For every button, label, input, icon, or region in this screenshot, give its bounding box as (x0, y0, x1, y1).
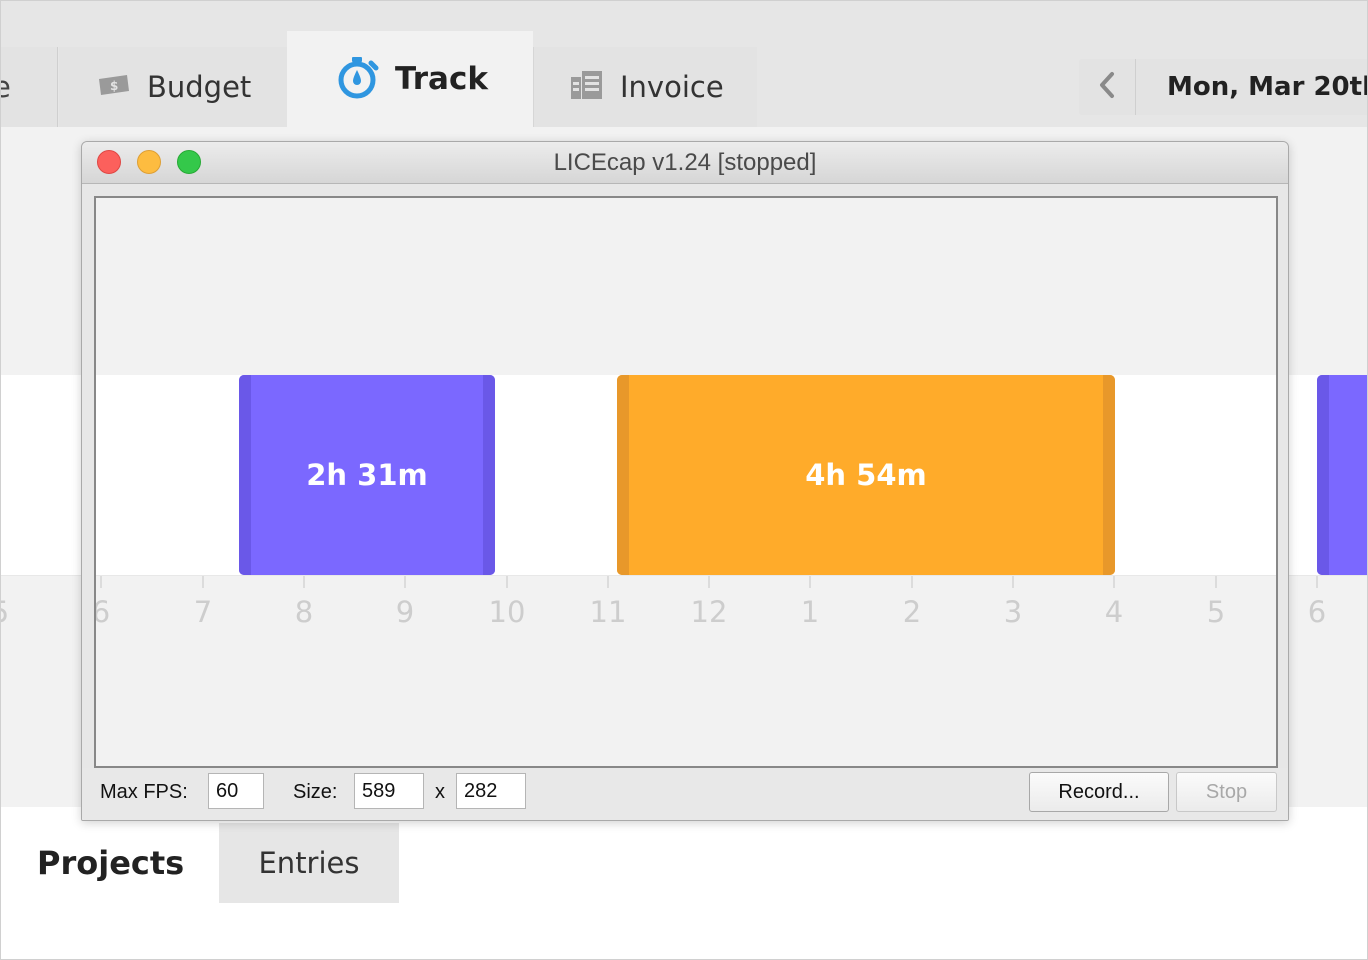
tab-budget-label: Budget (147, 70, 252, 104)
licecap-frame-edge (82, 184, 1288, 196)
licecap-window: LICEcap v1.24 [stopped] Max FPS: 60 Size… (81, 141, 1289, 821)
time-entry-duration: 2h 31m (306, 458, 428, 492)
date-navigator: Mon, Mar 20th (1079, 59, 1367, 115)
max-fps-input[interactable]: 60 (208, 773, 264, 809)
timeline-hour-label: 5 (1, 595, 30, 629)
licecap-controls: Max FPS: 60 Size: 589 x 282 Record... St… (82, 768, 1288, 820)
timeline-tick (0, 576, 1, 588)
resize-handle[interactable] (1317, 375, 1329, 575)
height-input[interactable]: 282 (456, 773, 526, 809)
tab-invoice-label: Invoice (620, 70, 724, 104)
tab-projects[interactable]: Projects (1, 823, 219, 903)
app-frame: e $ Budget Track (0, 0, 1368, 960)
stop-button[interactable]: Stop (1176, 772, 1277, 812)
size-separator: x (435, 781, 445, 803)
licecap-frame-edge (82, 196, 94, 768)
invoice-icon (570, 69, 604, 105)
top-tab-bar: e $ Budget Track (1, 1, 1367, 127)
licecap-title: LICEcap v1.24 [stopped] (553, 149, 817, 176)
tab-entries[interactable]: Entries (219, 823, 399, 903)
svg-text:$: $ (110, 79, 118, 93)
time-entry-block[interactable] (1317, 375, 1367, 575)
money-icon: $ (97, 73, 131, 101)
tab-budget[interactable]: $ Budget (59, 47, 287, 127)
timeline-hour-label: 6 (1307, 595, 1327, 629)
time-entry-duration: 4h 54m (805, 458, 927, 492)
width-input[interactable]: 589 (354, 773, 424, 809)
tab-track[interactable]: Track (287, 31, 533, 127)
tab-invoice[interactable]: Invoice (533, 47, 757, 127)
licecap-frame-edge (1278, 196, 1288, 768)
current-date[interactable]: Mon, Mar 20th (1167, 59, 1367, 115)
max-fps-label: Max FPS: (100, 781, 188, 803)
tab-partial-label: e (1, 70, 11, 104)
timeline-tick (1316, 576, 1318, 588)
size-label: Size: (293, 781, 338, 803)
record-button[interactable]: Record... (1029, 772, 1169, 812)
previous-day-button[interactable] (1079, 59, 1136, 115)
licecap-titlebar[interactable]: LICEcap v1.24 [stopped] (82, 142, 1288, 184)
capture-region (94, 196, 1278, 768)
stopwatch-icon (335, 54, 381, 104)
chevron-left-icon (1098, 71, 1116, 103)
tab-partial[interactable]: e (1, 47, 58, 127)
tab-track-label: Track (395, 61, 488, 97)
